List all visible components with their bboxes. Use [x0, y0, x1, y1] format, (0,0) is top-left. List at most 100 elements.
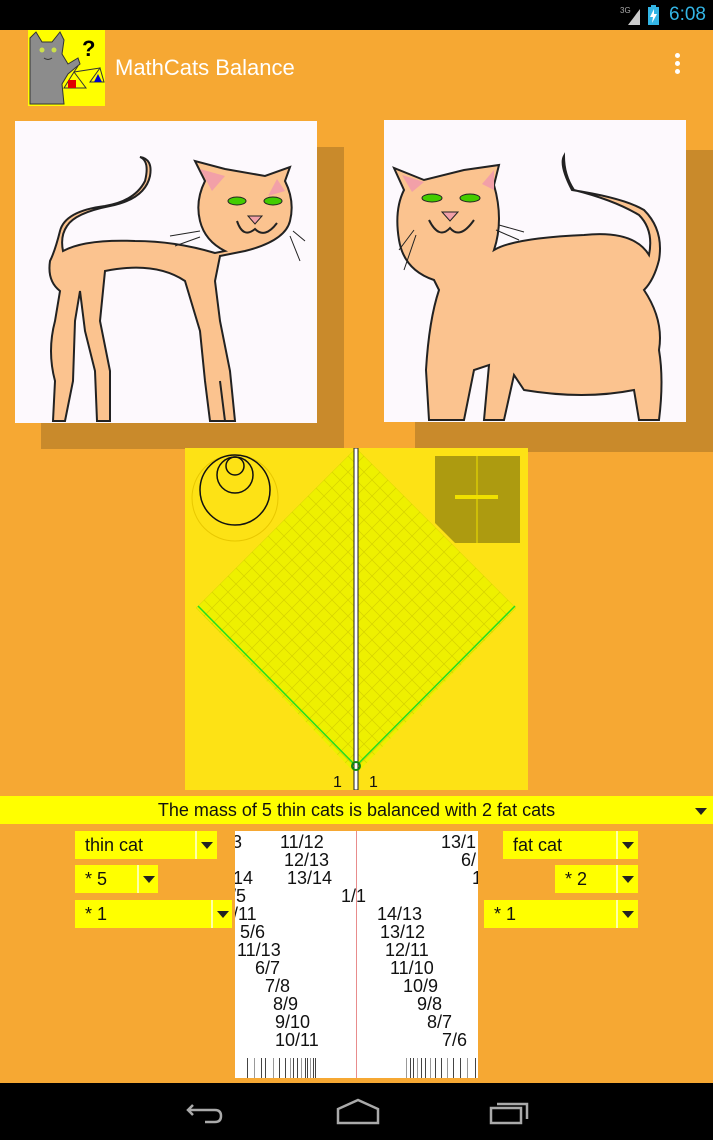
fraction-label: 11/13 [237, 940, 281, 960]
fraction-label: 6/ [461, 850, 477, 870]
right-object-dropdown[interactable]: fat cat [503, 831, 638, 859]
left-object-dropdown[interactable]: thin cat [75, 831, 217, 859]
ruler-tick [425, 1058, 426, 1078]
fraction-label: 9/8 [417, 994, 443, 1014]
ruler-tick [279, 1058, 280, 1078]
chevron-down-icon [217, 911, 229, 918]
fraction-label: 13/12 [380, 922, 426, 942]
fat-cat-picture[interactable] [384, 120, 686, 422]
fraction-ruler[interactable]: 3 11/1212/13 14 13/14/5/115/611/136/77/88/9… [235, 831, 478, 1078]
fraction-label: 7/6 [442, 1030, 468, 1050]
fraction-label: /11 [235, 904, 257, 924]
fraction-label: 10/11 [275, 1030, 319, 1050]
ruler-tick [447, 1058, 448, 1078]
ruler-tick [261, 1058, 262, 1078]
ruler-tick [273, 1058, 274, 1078]
ruler-tick [293, 1058, 294, 1078]
ruler-tick [413, 1058, 414, 1078]
dropdown-divider [616, 831, 618, 859]
right-scale-value: * 1 [494, 903, 517, 924]
balance-scale[interactable]: 1 1 [185, 448, 528, 791]
status-bar: 3G 6:08 [0, 0, 713, 30]
fraction-label: 3 [235, 832, 243, 852]
ruler-tick [435, 1058, 436, 1078]
dropdown-divider [211, 900, 213, 928]
main-content: 1 1 The mass of 5 thin cats is balanced … [0, 106, 713, 1083]
zoom-circle-small [225, 456, 245, 476]
left-count-label: 1 [333, 774, 342, 791]
left-scale-dropdown[interactable]: * 1 [75, 900, 232, 928]
fraction-label: 10/9 [403, 976, 439, 996]
fraction-label: 13/1 [441, 832, 477, 852]
fat-cat-image [392, 152, 663, 421]
ruler-tick [301, 1058, 302, 1078]
signal-icon: 3G [620, 6, 640, 25]
balance-pole [353, 448, 359, 790]
fraction-label: 9/10 [275, 1012, 311, 1032]
ruler-tick [307, 1058, 308, 1078]
ruler-tick [453, 1058, 454, 1078]
overflow-menu-icon[interactable] [666, 50, 688, 86]
chevron-down-icon [695, 808, 707, 815]
right-multiplier-value: * 2 [565, 868, 588, 889]
left-object-value: thin cat [85, 834, 144, 855]
dropdown-divider [616, 900, 618, 928]
ruler-tick [417, 1058, 418, 1078]
action-bar: ? MathCats Balance [0, 30, 713, 106]
left-multiplier-dropdown[interactable]: * 5 [75, 865, 158, 893]
ruler-tick [310, 1058, 311, 1078]
right-multiplier-dropdown[interactable]: * 2 [555, 865, 638, 893]
ruler-tick [290, 1058, 291, 1078]
ruler-tick [460, 1058, 461, 1078]
fraction-label: 11/12 [280, 832, 324, 852]
ruler-tick [305, 1058, 306, 1078]
left-multiplier-value: * 5 [85, 868, 108, 889]
ruler-tick [410, 1058, 411, 1078]
fraction-label: 6/7 [255, 958, 281, 978]
right-object-value: fat cat [513, 834, 563, 855]
fraction-label: 8/9 [273, 994, 299, 1014]
right-scale-dropdown[interactable]: * 1 [484, 900, 638, 928]
chevron-down-icon [622, 876, 634, 883]
ruler-center-line [356, 831, 357, 1078]
recents-icon[interactable] [489, 1097, 533, 1127]
fraction-label: 5/6 [240, 922, 266, 942]
clock: 6:08 [669, 4, 706, 25]
chevron-down-icon [201, 842, 213, 849]
app-title: MathCats Balance [115, 55, 295, 80]
ruler-tick [265, 1058, 266, 1078]
fraction-label: 14/13 [377, 904, 423, 924]
fraction-label-center: 1/1 [341, 886, 367, 906]
ruler-tick [467, 1058, 468, 1078]
fraction-label: 8/7 [427, 1012, 453, 1032]
back-icon[interactable] [185, 1097, 225, 1127]
ruler-tick [421, 1058, 422, 1078]
mathcats-balance-icon[interactable]: ? [28, 30, 105, 106]
ruler-tick [313, 1058, 314, 1078]
fraction-label: 7/8 [265, 976, 291, 996]
dropdown-divider [195, 831, 197, 859]
navigation-bar [0, 1083, 713, 1140]
ruler-tick [297, 1058, 298, 1078]
left-scale-value: * 1 [85, 903, 108, 924]
fraction-label: 12/11 [385, 940, 429, 960]
svg-text:?: ? [82, 36, 95, 61]
home-icon[interactable] [336, 1097, 380, 1127]
ruler-tick [475, 1058, 476, 1078]
dropdown-divider [616, 865, 618, 893]
zoom-ring-outer [191, 454, 279, 542]
ruler-tick [315, 1058, 316, 1078]
sentence-dropdown[interactable]: The mass of 5 thin cats is balanced with… [0, 796, 713, 824]
svg-text:3G: 3G [620, 6, 631, 15]
fraction-label: 12/13 [284, 850, 330, 870]
battery-icon [648, 5, 659, 25]
ruler-tick [430, 1058, 431, 1078]
zoom-circle-large [199, 454, 271, 526]
chevron-down-icon [622, 842, 634, 849]
right-count-label: 1 [369, 774, 378, 791]
thin-cat-picture[interactable] [15, 121, 317, 423]
thin-cat-image [48, 156, 306, 422]
chevron-down-icon [622, 911, 634, 918]
balance-sentence: The mass of 5 thin cats is balanced with… [157, 799, 556, 820]
fraction-label: /5 [235, 886, 247, 906]
